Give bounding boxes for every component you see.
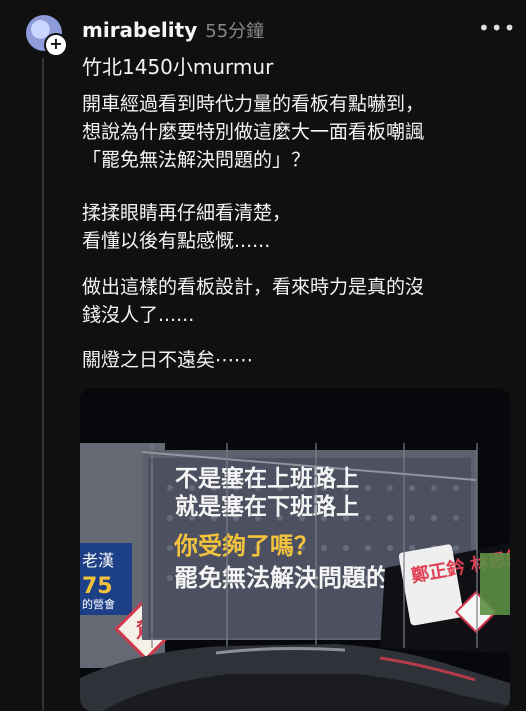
post-paragraph-3: 做出這樣的看板設計，看來時力是真的沒 錢沒人了...... [82, 276, 425, 326]
avatar[interactable]: + [26, 15, 68, 57]
post-header: mirabelity 55分鐘 [82, 17, 264, 43]
post-paragraph-2: 揉揉眼睛再仔細看清楚， 看懂以後有點感慨...... [82, 202, 292, 252]
left-sign-text: 老漢 [82, 551, 114, 570]
follow-plus-icon[interactable]: + [44, 33, 68, 57]
thread-line [42, 58, 44, 711]
left-sign-number: 75 [82, 574, 113, 599]
post-paragraph-1: 開車經過看到時代力量的看板有點嚇到， 想說為什麼要特別做這麼大一面看板嘲諷 「罷… [82, 93, 425, 171]
post-time: 55分鐘 [205, 21, 265, 42]
billboard-line-2: 就是塞在下班路上 [175, 493, 359, 520]
billboard-line-1: 不是塞在上班路上 [175, 465, 359, 492]
username[interactable]: mirabelity [82, 18, 197, 42]
billboard-line-4: 罷免無法解決問題的 [174, 564, 390, 592]
post-image[interactable]: 老漢 75 的營會 駕 [80, 388, 510, 711]
post-subtitle: 竹北1450小murmur [82, 55, 274, 79]
billboard-line-3: 你受夠了嗎？ [173, 532, 318, 560]
left-sign-small: 的營會 [82, 597, 115, 611]
more-options-icon[interactable]: ••• [478, 16, 515, 40]
post-paragraph-4: 關燈之日不遠矣⋯⋯ [82, 349, 254, 371]
